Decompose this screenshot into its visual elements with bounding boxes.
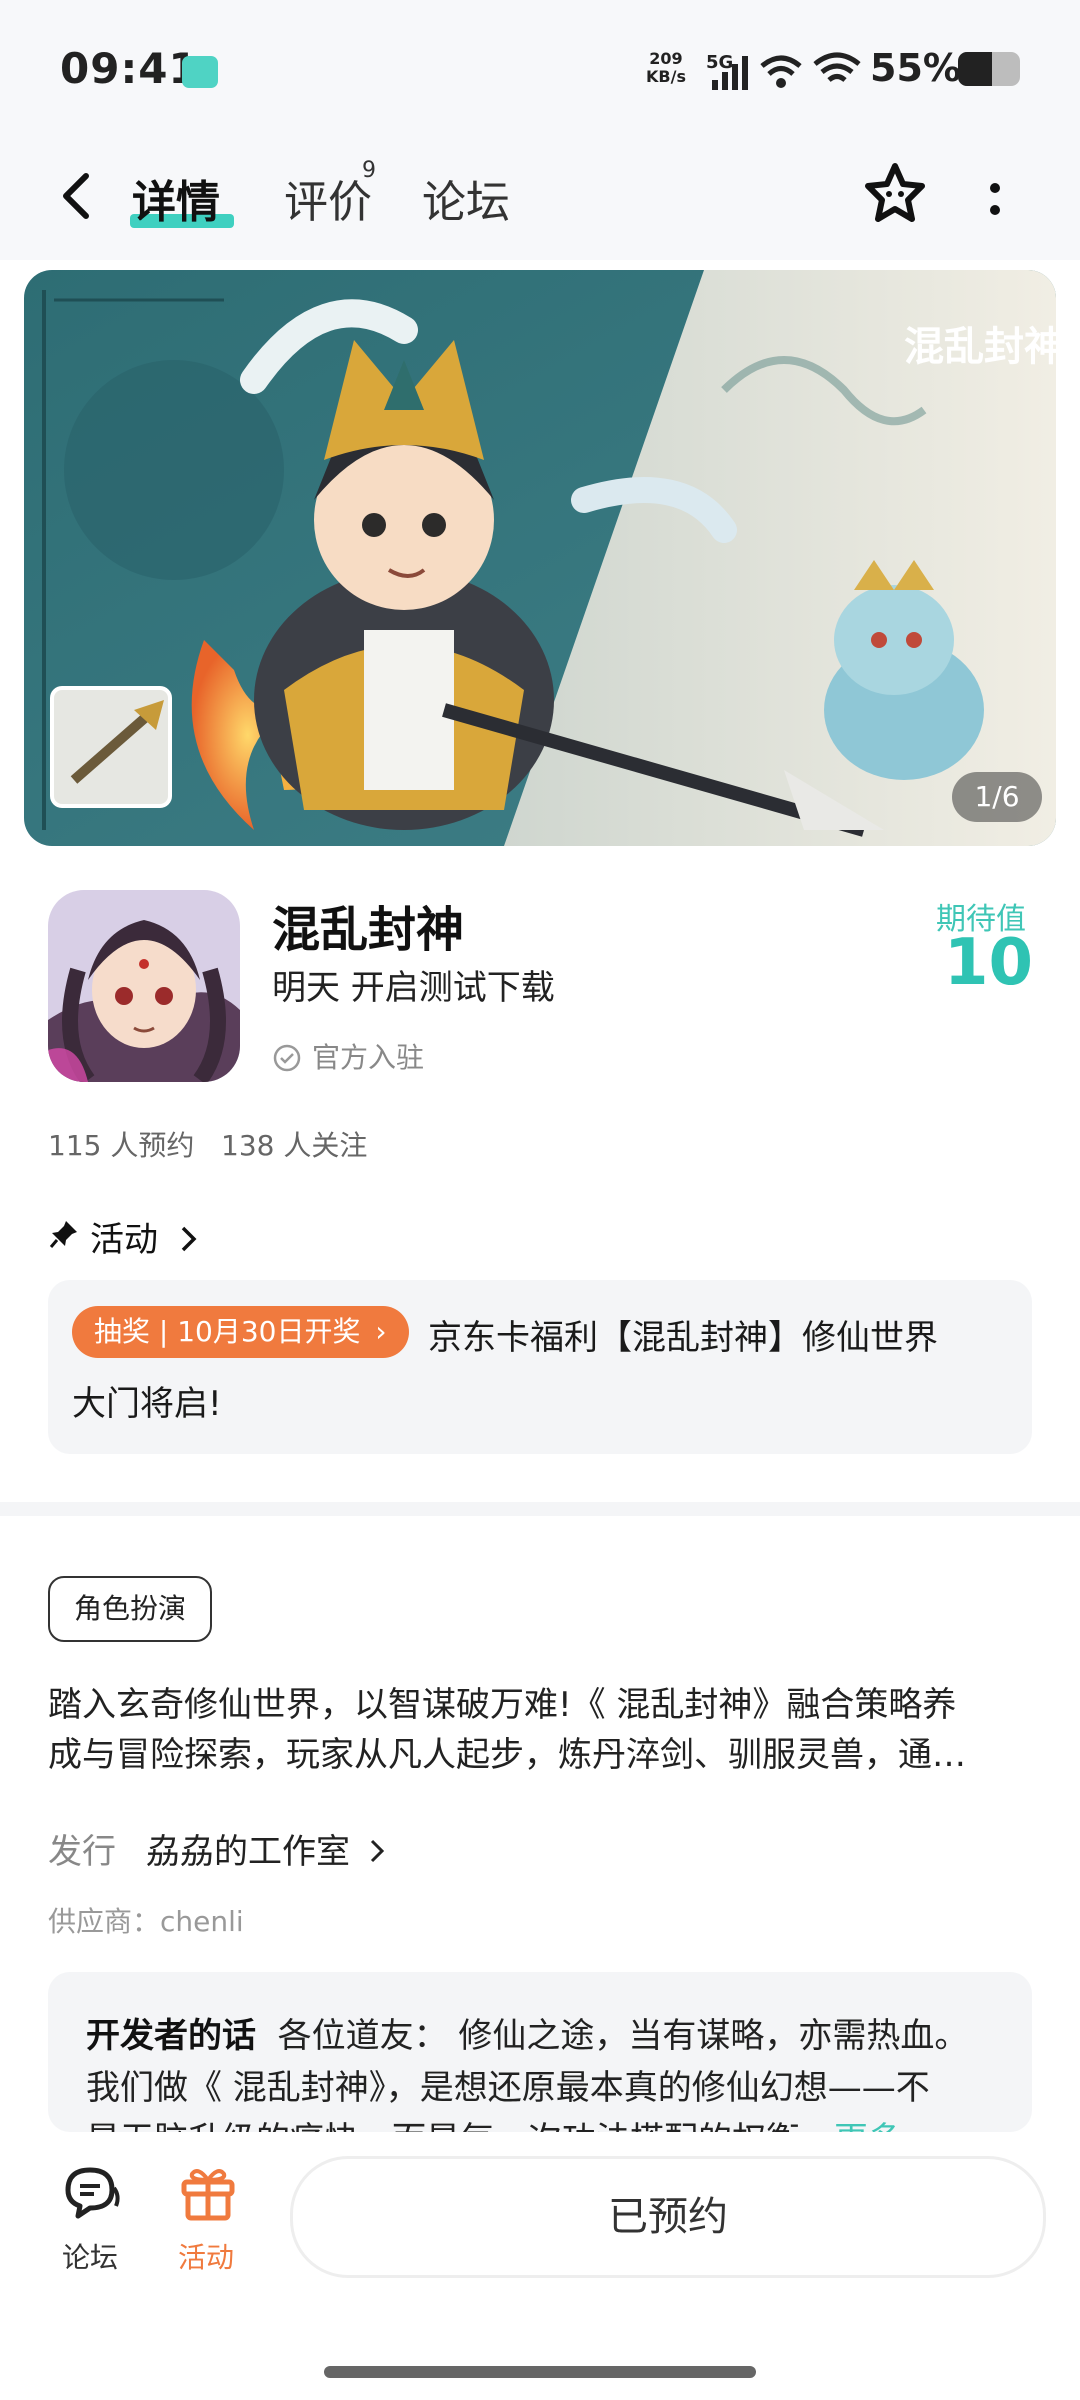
activity-button[interactable]: 活动 [146,2160,270,2274]
more-options-icon[interactable] [980,170,1010,230]
game-app-icon [48,890,240,1082]
favorite-star-icon[interactable] [860,158,930,228]
game-description[interactable]: 踏入玄奇修仙世界，以智谋破万难!《 混乱封神》融合策略养 成与冒险探索，玩家从凡… [48,1680,1032,1780]
release-status: 明天 开启测试下载 [272,968,555,1008]
reviews-count-badge: 9 [362,158,376,183]
reserved-button[interactable]: 已预约 [290,2156,1046,2278]
home-indicator[interactable] [324,2366,756,2378]
activity-section-link[interactable]: 活动 [90,1212,201,1261]
supplier-info: 供应商：chenli [48,1905,244,1938]
description-line: 成与冒险探索，玩家从凡人起步，炼丹淬剑、驯服灵兽，通… [48,1735,966,1775]
battery-level [958,52,993,86]
publisher-link[interactable]: 劦劦的工作室 [146,1824,389,1873]
chevron-right-icon [370,1839,384,1863]
status-time: 09:41 [60,44,199,93]
activity-label: 活动 [177,2241,234,2274]
lottery-tag: 抽奖 | 10月30日开奖 › [72,1306,409,1358]
gift-icon [181,2169,235,2221]
banner-logo-text: 混乱封神 [904,324,1056,369]
publisher-label: 发行 [48,1832,116,1872]
publisher-name: 劦劦的工作室 [146,1832,350,1872]
chevron-right-icon: › [375,1315,387,1348]
description-line: 踏入玄奇修仙世界，以智谋破万难!《 混乱封神》融合策略养 [48,1685,957,1725]
banner-carousel[interactable]: 混乱封神 [24,270,1056,846]
network-speed-value: 209 [649,49,683,68]
signal-icon [712,56,748,90]
wifi-calling-icon [760,55,802,88]
activity-title-line2: 大门将启! [72,1384,222,1424]
forum-button[interactable]: 论坛 [30,2160,154,2274]
pin-icon [49,1221,77,1248]
wifi-icon [813,52,861,82]
developer-note-text: 各位道友： 修仙之途，当有谋略，亦需热血。 [277,2016,969,2056]
tab-details[interactable]: 详情 [132,166,220,230]
forum-chat-icon [65,2167,120,2219]
activity-section-label: 活动 [90,1220,158,1260]
section-divider [0,1502,1080,1516]
official-label: 官方入驻 [312,1041,425,1074]
lottery-tag-label: 抽奖 | 10月30日开奖 [94,1315,361,1348]
tab-forum[interactable]: 论坛 [422,166,510,230]
battery-icon [958,52,1020,86]
tab-reviews[interactable]: 评价 [284,166,372,230]
developer-note: 开发者的话 各位道友： 修仙之途，当有谋略，亦需热血。 我们做《 混乱封神》，是… [86,2010,1006,2138]
verified-check-icon [273,1044,301,1072]
expectation-value: 10 [944,926,1034,1000]
official-badge: 官方入驻 [272,1036,424,1076]
banner-artwork: 混乱封神 [24,270,1056,846]
forum-label: 论坛 [61,2241,118,2274]
genre-tag[interactable]: 角色扮演 [48,1576,213,1642]
network-speed: 209 KB/s [646,50,686,86]
developer-note-label: 开发者的话 [86,2016,256,2056]
banner-page-counter: 1/6 [952,772,1042,822]
network-speed-unit: KB/s [646,67,686,86]
back-arrow-icon[interactable] [52,166,102,226]
game-title: 混乱封神 [272,902,465,958]
activity-title-line1: 京东卡福利【混乱封神】修仙世界 [428,1318,938,1358]
taptap-notification-icon [182,56,218,88]
developer-note-text: 我们做《 混乱封神》，是想还原最本真的修仙幻想——不 [86,2068,930,2108]
battery-percent: 55% [870,46,961,90]
follow-stats: 115 人预约 138 人关注 [48,1129,368,1162]
chevron-right-icon [181,1226,197,1252]
